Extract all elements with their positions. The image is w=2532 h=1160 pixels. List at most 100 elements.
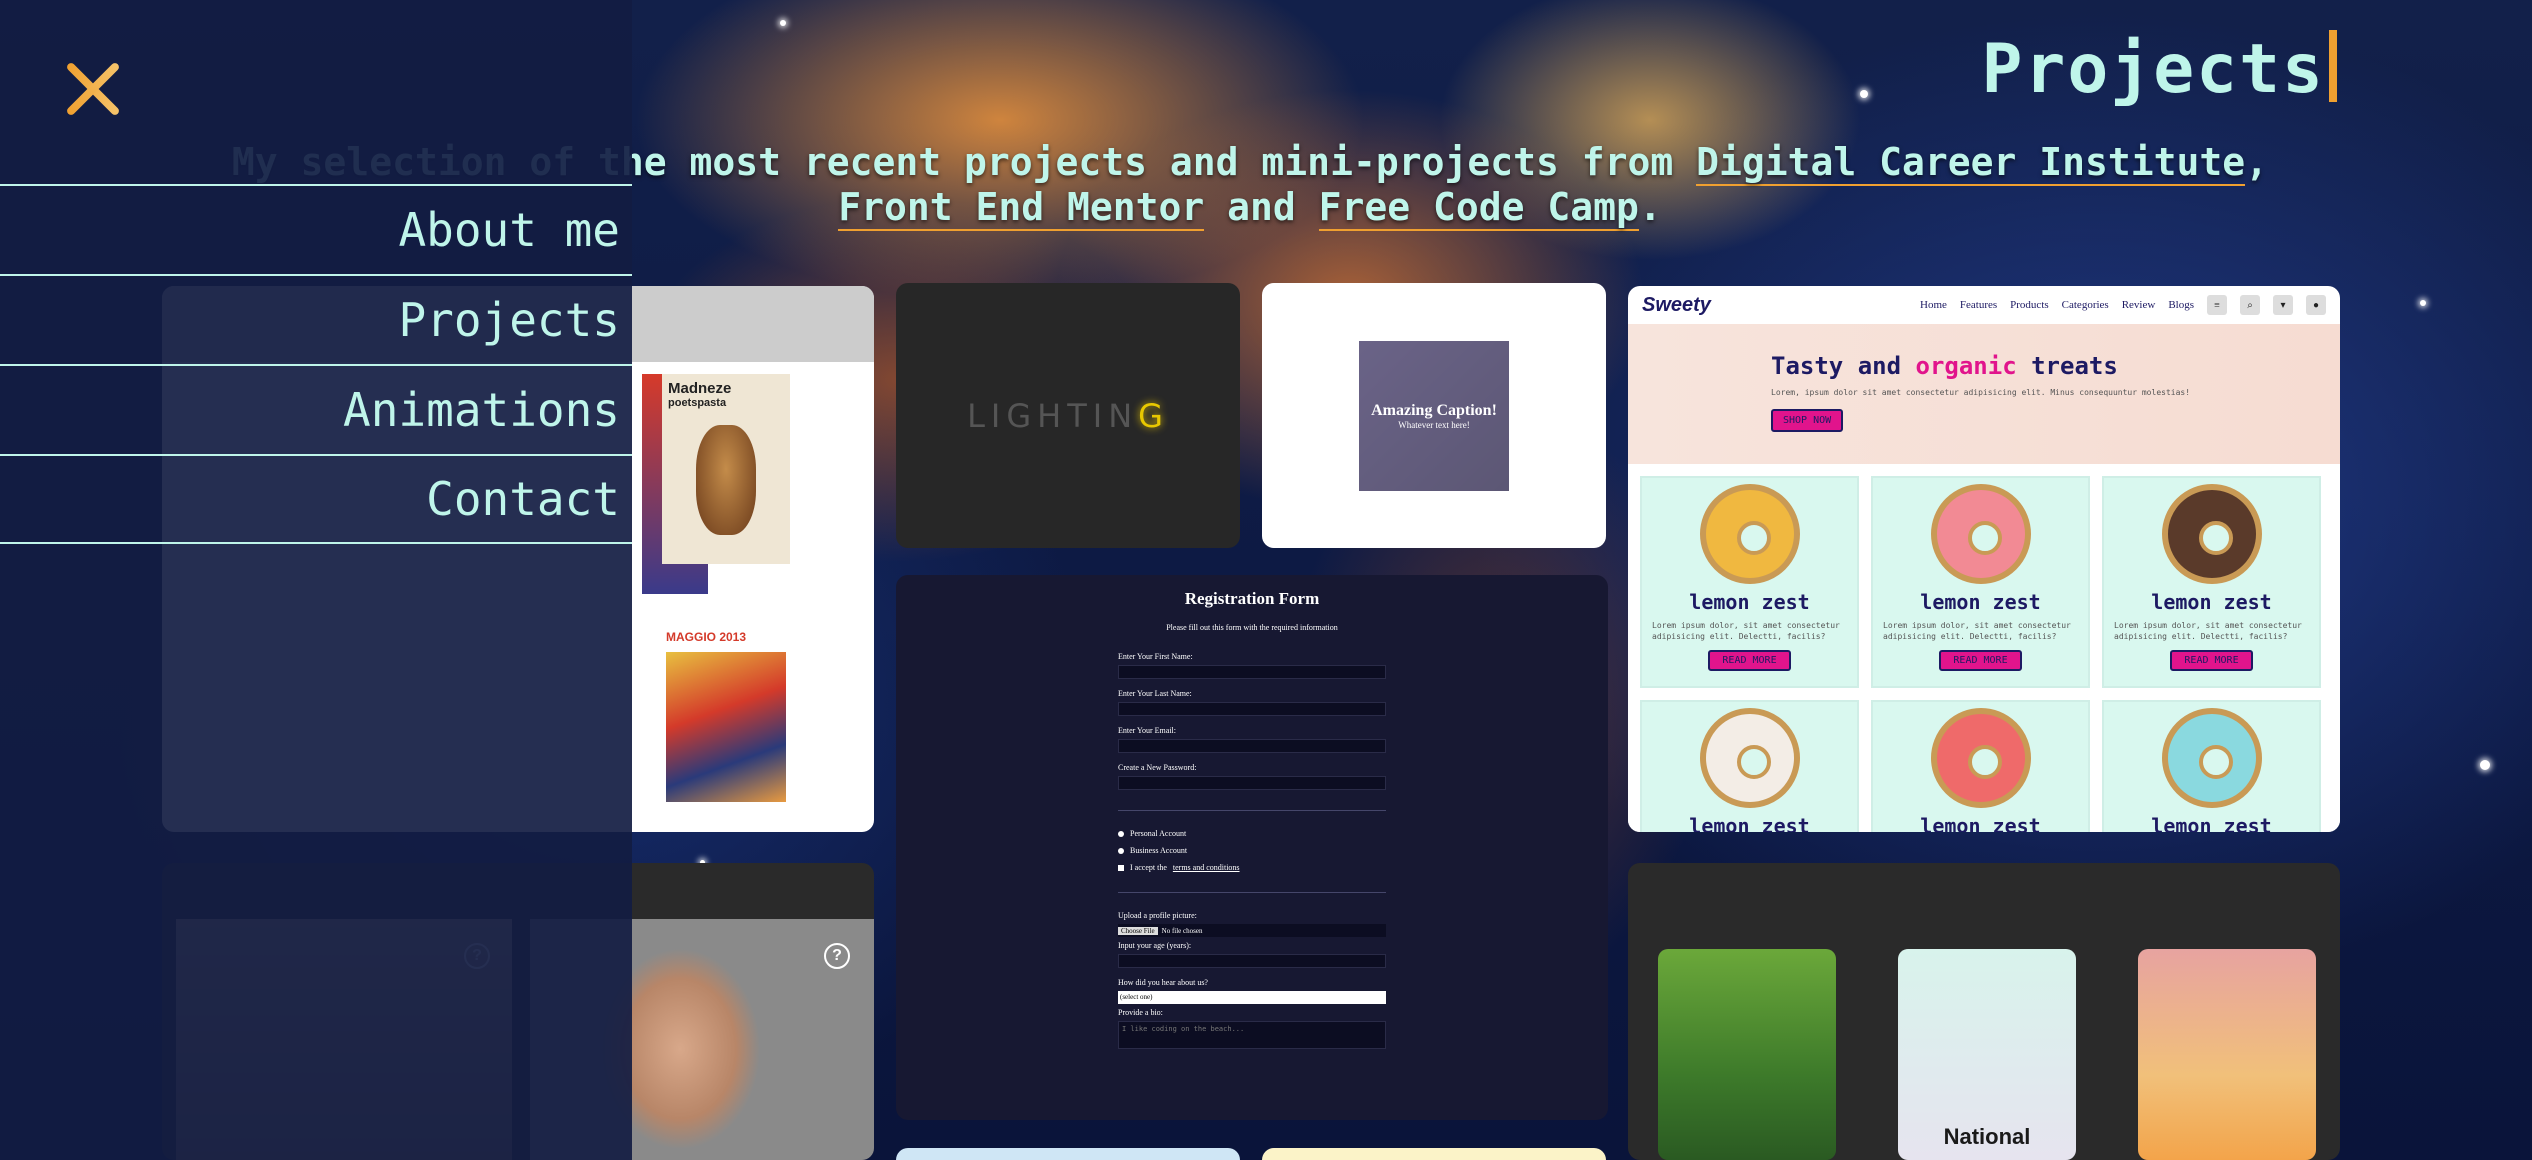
form-divider [1118,810,1386,811]
product-card: lemon zest [1871,700,2090,832]
project-card-sweety[interactable]: Sweety Home Features Products Categories… [1628,286,2340,832]
donut-image [1699,708,1800,808]
shop-now-button[interactable]: SHOP NOW [1771,409,1844,432]
project-card-national-parks[interactable]: National [1628,863,2340,1160]
product-card: lemon zest Lorem ipsum dolor, sit amet c… [1640,476,1859,688]
last-name-label: Enter Your Last Name: [1118,689,1192,698]
form-divider [1118,892,1386,893]
sweety-nav-categories[interactable]: Categories [2062,299,2109,311]
caption-image: Amazing Caption! Whatever text here! [1359,340,1509,491]
star [2420,300,2426,306]
menu-item-about-me[interactable]: About me [0,184,632,274]
menu-icon[interactable]: ≡ [2207,295,2227,315]
product-name: lemon zest [1920,814,2041,832]
sweety-nav-home[interactable]: Home [1920,299,1947,311]
page-title: Projects [1981,30,2337,109]
sweety-nav-review[interactable]: Review [2122,299,2156,311]
product-text: Lorem ipsum dolor, sit amet consectetur … [1883,621,2071,641]
file-input[interactable]: Choose File No file chosen [1118,924,1386,937]
bio-label: Provide a bio: [1118,1008,1163,1017]
product-name: lemon zest [1689,590,1810,614]
product-text: Lorem ipsum dolor, sit amet consectetur … [2114,621,2302,641]
flea-illustration [696,425,756,535]
age-label: Input your age (years): [1118,941,1192,950]
upload-label: Upload a profile picture: [1118,911,1197,920]
checkbox-icon [1118,864,1124,871]
search-icon[interactable]: ⌕ [2240,295,2260,315]
sweety-hero-title: Tasty and organic treats [1771,352,2118,380]
read-more-button[interactable]: READ MORE [2170,650,2253,671]
star [780,20,786,26]
link-free-code-camp[interactable]: Free Code Camp [1318,185,1639,231]
side-menu-list: About me Projects Animations Contact [0,184,632,544]
user-icon[interactable]: ● [2306,295,2326,315]
sweety-logo: Sweety [1642,293,1711,316]
help-icon[interactable]: ? [824,943,850,969]
email-input[interactable] [1118,739,1386,753]
donut-image [1699,484,1800,584]
referrer-select[interactable]: (select one) [1118,991,1386,1004]
sweety-nav-blogs[interactable]: Blogs [2168,299,2194,311]
donut-image [1930,484,2031,584]
project-card-registration-form[interactable]: Registration Form Please fill out this f… [896,575,1608,1120]
project-card-partial[interactable] [896,1148,1240,1160]
referrer-label: How did you hear about us? [1118,978,1208,987]
product-text: Lorem ipsum dolor, sit amet consectetur … [1652,621,1840,641]
menu-item-contact[interactable]: Contact [0,454,632,544]
sweety-navbar: Sweety Home Features Products Categories… [1628,286,2340,324]
product-card: lemon zest [2102,700,2321,832]
terms-link[interactable]: terms and conditions [1173,863,1240,872]
star [2480,760,2490,770]
personal-account-radio[interactable]: Personal Account [1118,829,1386,838]
lighting-text: LIGHTING [967,396,1169,435]
radio-icon [1118,847,1124,854]
menu-item-animations[interactable]: Animations [0,364,632,454]
product-card: lemon zest Lorem ipsum dolor, sit amet c… [2102,476,2321,688]
caption-title: Amazing Caption! [1371,401,1497,419]
park-card [1658,949,1836,1160]
password-input[interactable] [1118,776,1386,790]
cart-icon[interactable]: ▾ [2273,295,2293,315]
close-icon[interactable] [58,54,128,124]
sweety-hero-text: Lorem, ipsum dolor sit amet consectetur … [1771,388,2191,397]
form-title: Registration Form [1184,589,1320,608]
menu-item-projects[interactable]: Projects [0,274,632,364]
sweety-nav-features[interactable]: Features [1960,299,1997,311]
first-name-input[interactable] [1118,665,1386,679]
terms-checkbox[interactable]: I accept the terms and conditions [1118,863,1386,872]
project-card-lighting[interactable]: LIGHTING [896,283,1240,548]
product-card: lemon zest [1640,700,1859,832]
choose-file-button[interactable]: Choose File [1118,926,1158,935]
sweety-hero: Tasty and organic treats Lorem, ipsum do… [1628,324,2340,464]
product-card: lemon zest Lorem ipsum dolor, sit amet c… [1871,476,2090,688]
project-card-partial[interactable] [1262,1148,1606,1160]
donut-image [1930,708,2031,808]
link-digital-career-institute[interactable]: Digital Career Institute [1696,140,2246,186]
sweety-nav-products[interactable]: Products [2010,299,2049,311]
first-name-label: Enter Your First Name: [1118,652,1193,661]
product-name: lemon zest [2151,590,2272,614]
side-menu: About me Projects Animations Contact [0,0,632,1160]
form-body: Enter Your First Name: Enter Your Last N… [1118,652,1386,1049]
bio-textarea[interactable]: I like coding on the beach... [1118,1021,1386,1049]
donut-image [2161,484,2262,584]
sweety-product-grid: lemon zest Lorem ipsum dolor, sit amet c… [1628,464,2340,832]
product-name: lemon zest [1689,814,1810,832]
email-label: Enter Your Email: [1118,726,1176,735]
product-name: lemon zest [2151,814,2272,832]
age-input[interactable] [1118,954,1386,968]
read-more-button[interactable]: READ MORE [1939,650,2022,671]
project-card-caption[interactable]: Amazing Caption! Whatever text here! [1262,283,1606,548]
park-card [2138,949,2316,1160]
radio-icon [1118,830,1124,837]
product-name: lemon zest [1920,590,2041,614]
link-front-end-mentor[interactable]: Front End Mentor [838,185,1205,231]
poster-madneze: Madneze poetspasta [662,374,790,564]
read-more-button[interactable]: READ MORE [1708,650,1791,671]
business-account-radio[interactable]: Business Account [1118,846,1386,855]
password-label: Create a New Password: [1118,763,1197,772]
last-name-input[interactable] [1118,702,1386,716]
poster-maggio: MAGGIO 2013 [662,626,790,832]
typing-cursor [2329,30,2337,102]
park-card: National [1898,949,2076,1160]
